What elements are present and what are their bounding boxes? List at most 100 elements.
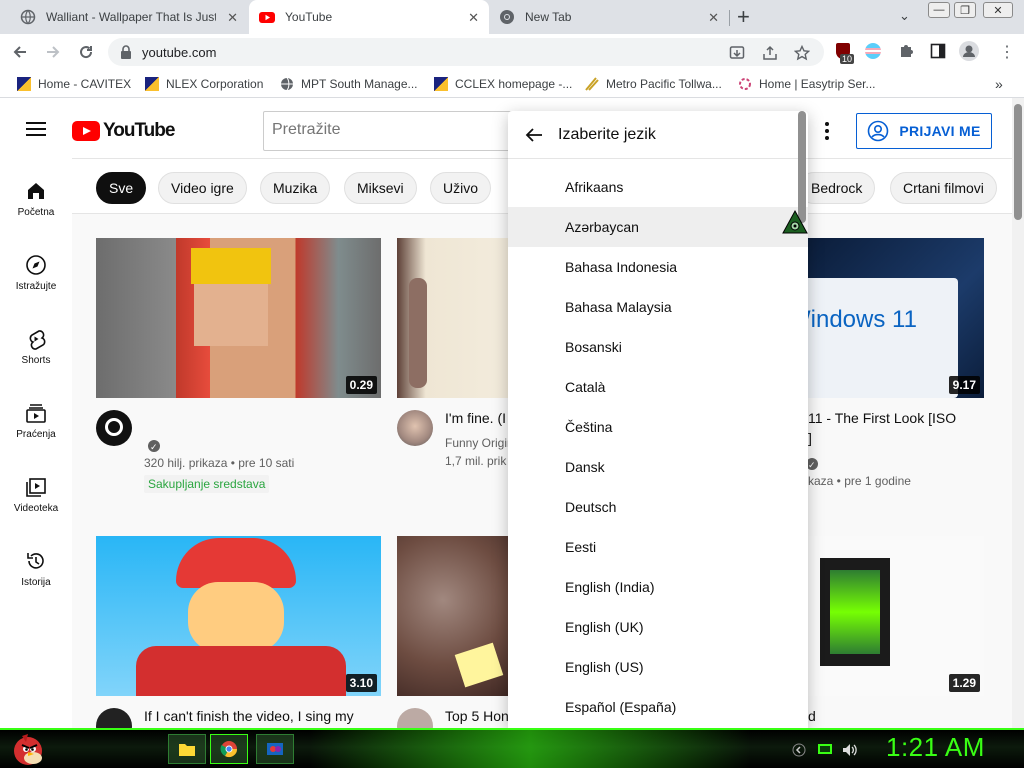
bookmark-star-icon[interactable] (794, 45, 810, 61)
taskbar-clock[interactable]: 1:21 AM (886, 732, 985, 763)
address-bar[interactable]: youtube.com (108, 38, 824, 66)
forward-arrow-icon[interactable] (43, 42, 63, 62)
nav-label: Videoteka (13, 503, 59, 514)
menu-hamburger-icon[interactable] (26, 122, 46, 136)
language-list: Afrikaans Azərbaycan Bahasa Indonesia Ba… (508, 167, 808, 727)
bookmark-mpt-south[interactable]: MPT South Manage... (280, 76, 418, 92)
video-thumbnail[interactable]: 1.29 (808, 536, 984, 696)
back-arrow-icon[interactable] (10, 42, 30, 62)
tab-new-tab[interactable]: New Tab ✕ (489, 0, 729, 34)
page-scrollbar-thumb[interactable] (1014, 104, 1022, 220)
install-app-icon[interactable] (729, 45, 745, 61)
nav-item-subscriptions[interactable]: Praćenja (0, 402, 72, 440)
close-tab-icon[interactable]: ✕ (227, 10, 238, 26)
mouse-cursor-icon (782, 209, 808, 234)
side-panel-icon[interactable] (930, 43, 946, 59)
chip-cartoons[interactable]: Crtani filmovi (890, 172, 997, 204)
video-title[interactable]: If I can't finish the video, I sing my (144, 706, 354, 726)
bookmark-label: Home | Easytrip Ser... (759, 77, 876, 91)
language-menu-scrollbar-thumb[interactable] (798, 111, 806, 223)
channel-avatar[interactable] (397, 410, 433, 446)
video-title[interactable]: d (808, 706, 816, 726)
start-angry-bird-icon[interactable] (10, 730, 46, 766)
language-option[interactable]: Afrikaans (508, 167, 808, 207)
bookmark-easytrip[interactable]: Home | Easytrip Ser... (738, 76, 876, 92)
nav-item-library[interactable]: Videoteka (0, 476, 72, 514)
nav-item-explore[interactable]: Istražujte (0, 254, 72, 292)
bookmarks-overflow-button[interactable]: » (995, 76, 1003, 92)
close-window-button[interactable]: ✕ (983, 2, 1013, 18)
nav-label: Istražujte (15, 281, 57, 292)
chip-all[interactable]: Sve (96, 172, 147, 204)
channel-avatar[interactable] (96, 708, 132, 728)
video-thumbnail[interactable]: 3.10 (96, 536, 381, 696)
taskbar-file-explorer[interactable] (168, 734, 206, 764)
search-input[interactable] (272, 121, 514, 139)
language-option[interactable]: English (UK) (508, 607, 808, 647)
chip-bedrock[interactable]: Bedrock (798, 172, 876, 204)
nav-item-home[interactable]: Početna (0, 180, 72, 218)
language-option[interactable]: English (US) (508, 647, 808, 687)
video-title[interactable]: I'm fine. (I (445, 408, 506, 428)
channel-avatar[interactable] (96, 410, 132, 446)
browser-menu-icon[interactable]: ⋮ (999, 42, 1015, 62)
bookmark-nlex[interactable]: NLEX Corporation (145, 76, 263, 92)
chip-music[interactable]: Muzika (260, 172, 331, 204)
settings-kebab-icon[interactable] (825, 122, 829, 143)
sign-in-button[interactable]: PRIJAVI ME (856, 113, 992, 149)
channel-name[interactable]: Funny Origin (445, 434, 514, 452)
new-tab-button[interactable]: + (737, 4, 750, 30)
volume-icon[interactable] (842, 743, 858, 757)
language-option[interactable]: Dansk (508, 447, 808, 487)
bookmark-cavitex[interactable]: Home - CAVITEX (17, 76, 131, 92)
video-duration: 3.10 (345, 674, 377, 692)
sign-in-label: PRIJAVI ME (899, 123, 981, 139)
language-option[interactable]: Čeština (508, 407, 808, 447)
video-title[interactable]: 11 - The First Look [ISO (808, 408, 956, 428)
extensions-puzzle-icon[interactable] (898, 43, 914, 59)
language-option[interactable]: Bosanski (508, 327, 808, 367)
back-arrow-icon[interactable] (524, 125, 544, 145)
share-icon[interactable] (762, 45, 778, 61)
reload-icon[interactable] (76, 42, 96, 62)
tab-walliant[interactable]: Walliant - Wallpaper That Is Just ✕ (0, 0, 248, 34)
video-thumbnail[interactable]: 0.29 (96, 238, 381, 398)
close-tab-icon[interactable]: ✕ (708, 10, 719, 26)
video-thumbnail[interactable]: Windows 11 9.17 (808, 238, 984, 398)
tray-arrow-icon[interactable] (792, 743, 806, 757)
restore-button[interactable]: ❐ (954, 2, 976, 18)
language-option[interactable]: Azərbaycan (508, 207, 808, 247)
taskbar-chrome[interactable] (210, 734, 248, 764)
chip-live[interactable]: Uživo (430, 172, 492, 204)
tab-separator (729, 10, 730, 26)
language-option[interactable]: Bahasa Malaysia (508, 287, 808, 327)
bookmark-cclex[interactable]: CCLEX homepage -... (434, 76, 572, 92)
minimize-button[interactable]: — (928, 2, 950, 18)
tab-search-chevron-icon[interactable]: ⌄ (899, 8, 910, 24)
channel-avatar[interactable] (397, 708, 433, 728)
chip-mixes[interactable]: Miksevi (344, 172, 417, 204)
language-option[interactable]: English (India) (508, 567, 808, 607)
language-option[interactable]: Español (España) (508, 687, 808, 727)
chip-video-games[interactable]: Video igre (158, 172, 247, 204)
language-option[interactable]: Eesti (508, 527, 808, 567)
nav-item-history[interactable]: Istorija (0, 550, 72, 588)
extension-flag-icon[interactable] (865, 43, 881, 59)
video-thumbnail[interactable] (397, 536, 512, 696)
search-box[interactable] (263, 111, 523, 151)
bookmark-metro-pacific[interactable]: Metro Pacific Tollwa... (585, 76, 722, 92)
windows-dialog-shape: Windows 11 (808, 278, 958, 398)
tab-youtube[interactable]: YouTube ✕ (249, 0, 489, 34)
network-icon[interactable] (817, 743, 833, 757)
taskbar-app[interactable] (256, 734, 294, 764)
page-scrollbar[interactable] (1012, 98, 1024, 728)
profile-avatar-icon[interactable] (959, 41, 979, 61)
youtube-logo[interactable]: YouTube (72, 120, 175, 142)
language-option[interactable]: Català (508, 367, 808, 407)
video-title[interactable]: Top 5 Hon (445, 706, 509, 726)
language-option[interactable]: Bahasa Indonesia (508, 247, 808, 287)
nav-item-shorts[interactable]: Shorts (0, 328, 72, 366)
close-tab-icon[interactable]: ✕ (468, 10, 479, 26)
language-option[interactable]: Deutsch (508, 487, 808, 527)
video-thumbnail[interactable] (397, 238, 512, 398)
